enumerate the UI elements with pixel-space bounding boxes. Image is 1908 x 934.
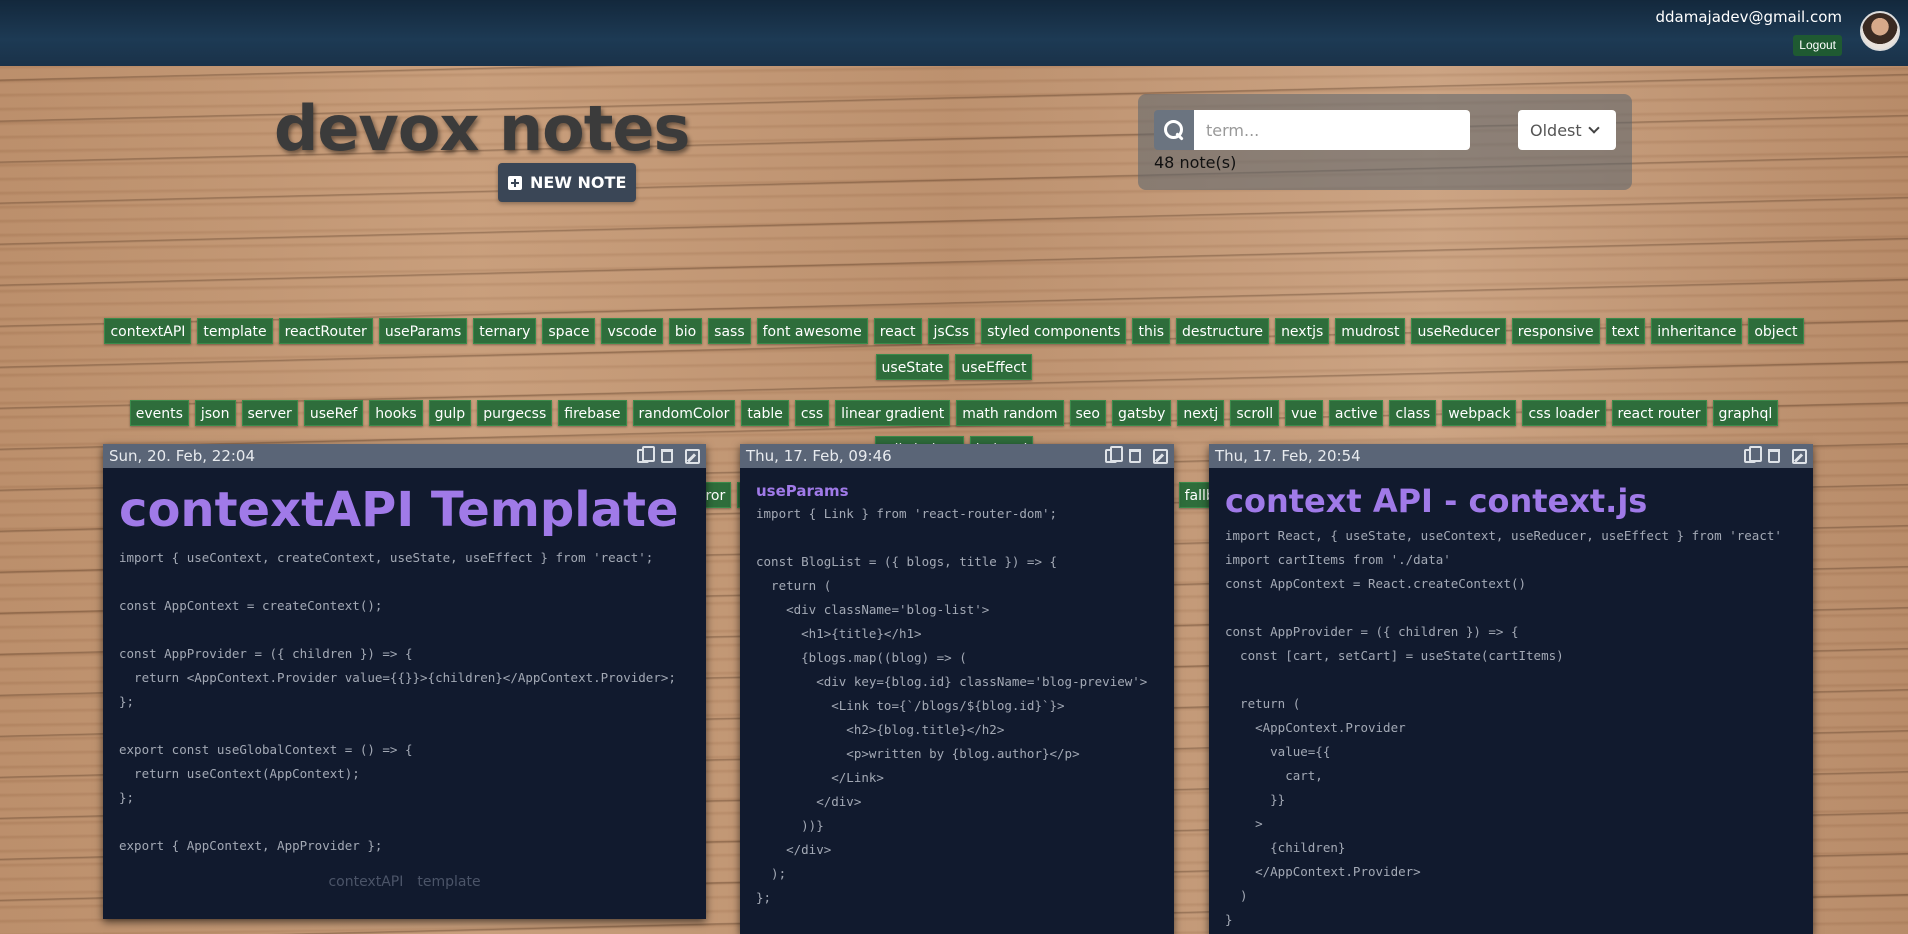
avatar[interactable] — [1860, 11, 1900, 51]
sort-select[interactable]: Oldest — [1518, 110, 1616, 150]
note-actions — [637, 446, 700, 464]
tag-chip[interactable]: nextj — [1177, 400, 1225, 426]
copy-icon[interactable] — [637, 446, 655, 463]
tag-chip[interactable]: ternary — [473, 318, 537, 344]
note-code: import { useContext, createContext, useS… — [119, 550, 676, 853]
tag-chip[interactable]: useParams — [378, 318, 468, 344]
tag-chip[interactable]: space — [542, 318, 596, 344]
note-code: import React, { useState, useContext, us… — [1225, 528, 1782, 927]
search-input[interactable] — [1194, 110, 1470, 150]
tag-chip[interactable]: randomColor — [632, 400, 736, 426]
edit-icon[interactable] — [1792, 448, 1807, 464]
note-body: useParams import { Link } from 'react-ro… — [740, 468, 1174, 924]
tag-chip[interactable]: server — [241, 400, 298, 426]
note-code: import { Link } from 'react-router-dom';… — [756, 506, 1148, 905]
tag-chip[interactable]: vue — [1285, 400, 1323, 426]
note-body: context API - context.js import React, {… — [1209, 468, 1813, 934]
tag-chip[interactable]: table — [741, 400, 789, 426]
tag-chip[interactable]: bio — [668, 318, 703, 344]
copy-icon[interactable] — [1744, 446, 1762, 463]
tag-chip[interactable]: jsCss — [927, 318, 976, 344]
note-heading: context API - context.js — [1225, 482, 1648, 520]
tag-chip[interactable]: inheritance — [1651, 318, 1743, 344]
tag-chip[interactable]: vscode — [601, 318, 663, 344]
tag-chip[interactable]: react router — [1611, 400, 1707, 426]
note-card-header: Thu, 17. Feb, 20:54 — [1209, 444, 1813, 468]
note-card-header: Thu, 17. Feb, 09:46 — [740, 444, 1174, 468]
tag-chip[interactable]: json — [194, 400, 236, 426]
tag-chip[interactable]: styled components — [981, 318, 1127, 344]
tag-chip[interactable]: responsive — [1511, 318, 1600, 344]
tag-chip[interactable]: useReducer — [1411, 318, 1506, 344]
user-email: ddamajadev@gmail.com — [1655, 8, 1843, 26]
note-tag[interactable]: contextAPI — [328, 874, 403, 890]
note-card: Thu, 17. Feb, 09:46 useParams import { L… — [740, 444, 1174, 934]
tag-chip[interactable]: this — [1132, 318, 1171, 344]
tag-chip[interactable]: events — [129, 400, 189, 426]
tag-chip[interactable]: object — [1748, 318, 1804, 344]
logout-button[interactable]: Logout — [1793, 35, 1842, 56]
note-actions — [1744, 446, 1807, 464]
tag-chip[interactable]: seo — [1069, 400, 1106, 426]
tag-chip[interactable]: linear gradient — [835, 400, 951, 426]
tag-chip[interactable]: useRef — [303, 400, 364, 426]
search-panel: Oldest 48 note(s) — [1138, 94, 1632, 190]
trash-icon[interactable] — [1129, 449, 1141, 463]
tag-chip[interactable]: firebase — [558, 400, 627, 426]
note-card-header: Sun, 20. Feb, 22:04 — [103, 444, 706, 468]
tag-chip[interactable]: active — [1328, 400, 1384, 426]
tag-chip[interactable]: sass — [708, 318, 751, 344]
edit-icon[interactable] — [1153, 448, 1168, 464]
tag-chip[interactable]: css loader — [1522, 400, 1606, 426]
trash-icon[interactable] — [1768, 449, 1780, 463]
tag-chip[interactable]: contextAPI — [104, 318, 192, 344]
tag-chip[interactable]: text — [1605, 318, 1646, 344]
note-date: Sun, 20. Feb, 22:04 — [109, 447, 256, 465]
tag-chip[interactable]: scroll — [1230, 400, 1280, 426]
tag-chip[interactable]: hooks — [369, 400, 423, 426]
tag-chip[interactable]: reactRouter — [278, 318, 373, 344]
note-count: 48 note(s) — [1154, 153, 1237, 172]
tag-chip[interactable]: react — [873, 318, 922, 344]
new-note-label: NEW NOTE — [530, 173, 627, 192]
tag-chip[interactable]: math random — [956, 400, 1064, 426]
search-button[interactable] — [1154, 110, 1194, 150]
trash-icon[interactable] — [661, 449, 673, 463]
top-navbar: ddamajadev@gmail.com Logout — [0, 0, 1908, 66]
note-date: Thu, 17. Feb, 20:54 — [1215, 447, 1361, 465]
search-icon — [1163, 119, 1185, 141]
tag-chip[interactable]: destructure — [1176, 318, 1270, 344]
plus-icon — [508, 175, 522, 190]
tag-chip[interactable]: font awesome — [756, 318, 868, 344]
tag-chip[interactable]: graphql — [1712, 400, 1779, 426]
note-date: Thu, 17. Feb, 09:46 — [746, 447, 892, 465]
tag-chip[interactable]: nextjs — [1275, 318, 1330, 344]
chevron-down-icon — [1587, 122, 1600, 134]
new-note-button[interactable]: NEW NOTE — [498, 163, 637, 202]
tag-chip[interactable]: gatsby — [1112, 400, 1172, 426]
tag-chip[interactable]: class — [1389, 400, 1437, 426]
note-actions — [1105, 446, 1168, 464]
tag-chip[interactable]: template — [197, 318, 273, 344]
edit-icon[interactable] — [685, 448, 700, 464]
note-tags: contextAPI template — [119, 874, 690, 890]
tag-chip[interactable]: useState — [875, 354, 950, 380]
page-title: devox notes — [274, 92, 690, 165]
sort-select-value: Oldest — [1530, 120, 1582, 140]
note-heading: contextAPI Template — [119, 482, 679, 538]
tag-chip[interactable]: css — [794, 400, 830, 426]
tag-chip[interactable]: mudrost — [1335, 318, 1406, 344]
tag-chip[interactable]: webpack — [1442, 400, 1517, 426]
tag-chip[interactable]: gulp — [428, 400, 472, 426]
note-card: Thu, 17. Feb, 20:54 context API - contex… — [1209, 444, 1813, 934]
note-tag[interactable]: template — [417, 874, 480, 890]
tag-chip[interactable]: useEffect — [955, 354, 1033, 380]
note-card: Sun, 20. Feb, 22:04 contextAPI Template … — [103, 444, 706, 919]
copy-icon[interactable] — [1105, 446, 1123, 463]
note-heading: useParams — [756, 482, 849, 500]
tag-chip[interactable]: purgecss — [477, 400, 553, 426]
note-body: contextAPI Template import { useContext,… — [103, 468, 706, 904]
